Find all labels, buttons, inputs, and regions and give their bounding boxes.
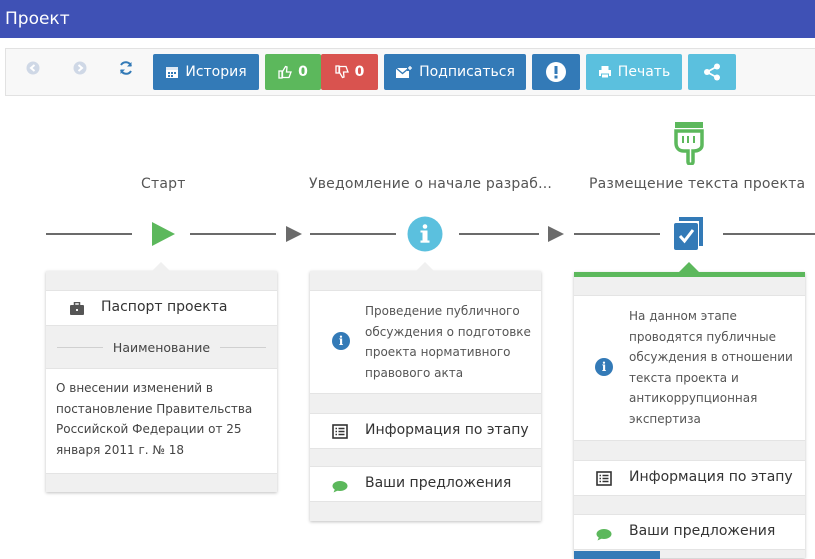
print-button[interactable]: Печать bbox=[586, 54, 682, 90]
briefcase-icon bbox=[69, 301, 85, 320]
publish-info-label: Информация по этапу bbox=[629, 469, 793, 485]
passport-row[interactable]: Паспорт проекта bbox=[46, 290, 277, 326]
list-icon bbox=[332, 424, 348, 443]
passport-label: Паспорт проекта bbox=[101, 299, 228, 315]
project-name-text: О внесении изменений в постановление Пра… bbox=[56, 381, 253, 457]
timeline-line bbox=[310, 233, 396, 235]
history-button[interactable]: История bbox=[153, 54, 259, 90]
print-label: Печать bbox=[617, 64, 671, 80]
notice-proposals-label: Ваши предложения bbox=[365, 475, 512, 491]
notice-description-panel: i Проведение публичного обсуждения о под… bbox=[310, 290, 541, 394]
stage-title-publish: Размещение текста проекта bbox=[589, 176, 806, 192]
name-section-title: Наименование bbox=[112, 339, 211, 355]
publish-proposals-row[interactable]: Ваши предложения bbox=[574, 514, 805, 550]
stage-card-notice: i Проведение публичного обсуждения о под… bbox=[310, 262, 541, 521]
stage-title-notice: Уведомление о начале разраб... bbox=[309, 176, 553, 192]
timeline-line bbox=[190, 233, 276, 235]
thumbs-down-icon bbox=[334, 65, 349, 79]
timeline-arrow bbox=[286, 226, 302, 242]
calendar-icon bbox=[166, 67, 179, 78]
dislike-button[interactable]: 0 bbox=[321, 54, 378, 90]
notice-info-label: Информация по этапу bbox=[365, 422, 529, 438]
publish-info-row[interactable]: Информация по этапу bbox=[574, 460, 805, 496]
list-icon bbox=[596, 471, 612, 490]
thumbs-up-icon bbox=[278, 65, 293, 79]
share-icon bbox=[704, 63, 720, 81]
document-check-icon bbox=[672, 216, 706, 256]
comment-icon bbox=[332, 478, 348, 497]
envelope-plus-icon bbox=[395, 65, 414, 78]
project-name-panel: О внесении изменений в постановление Пра… bbox=[46, 368, 277, 474]
exclamation-icon bbox=[546, 62, 566, 82]
subscribe-button[interactable]: Подписаться bbox=[384, 54, 526, 90]
info-icon: i bbox=[595, 358, 613, 376]
share-button[interactable] bbox=[688, 54, 736, 90]
hand-pointer-icon bbox=[672, 121, 706, 166]
refresh-icon[interactable] bbox=[114, 56, 138, 80]
timeline-line bbox=[459, 233, 539, 235]
play-icon bbox=[150, 221, 176, 251]
publish-description: На данном этапе проводятся публичные обс… bbox=[629, 309, 793, 426]
comment-icon bbox=[596, 526, 612, 545]
history-label: История bbox=[185, 64, 247, 80]
back-icon[interactable] bbox=[21, 56, 45, 80]
timeline-arrow bbox=[548, 226, 564, 242]
subscribe-label: Подписаться bbox=[419, 64, 515, 80]
complaint-button[interactable] bbox=[532, 54, 580, 90]
info-icon: i bbox=[332, 332, 350, 350]
notice-description: Проведение публичного обсуждения о подго… bbox=[365, 304, 531, 380]
stage-card-publish: i На данном этапе проводятся публичные о… bbox=[574, 262, 805, 559]
notice-proposals-row[interactable]: Ваши предложения bbox=[310, 466, 541, 502]
window-title: Проект bbox=[0, 0, 815, 38]
stage-title-start: Старт bbox=[141, 176, 186, 192]
name-section-header: Наименование bbox=[46, 327, 277, 367]
printer-icon bbox=[598, 66, 611, 79]
stage-card-start: Паспорт проекта Наименование О внесении … bbox=[46, 262, 277, 492]
timeline-line bbox=[574, 233, 660, 235]
publish-description-panel: i На данном этапе проводятся публичные о… bbox=[574, 295, 805, 441]
forward-icon[interactable] bbox=[68, 56, 92, 80]
timeline-line bbox=[723, 233, 815, 235]
like-count: 0 bbox=[298, 64, 308, 80]
like-button[interactable]: 0 bbox=[265, 54, 321, 90]
publish-proposals-label: Ваши предложения bbox=[629, 523, 776, 539]
timeline-line bbox=[46, 233, 132, 235]
dislike-count: 0 bbox=[354, 64, 365, 80]
stage-info-icon bbox=[407, 216, 443, 256]
notice-info-row[interactable]: Информация по этапу bbox=[310, 413, 541, 449]
